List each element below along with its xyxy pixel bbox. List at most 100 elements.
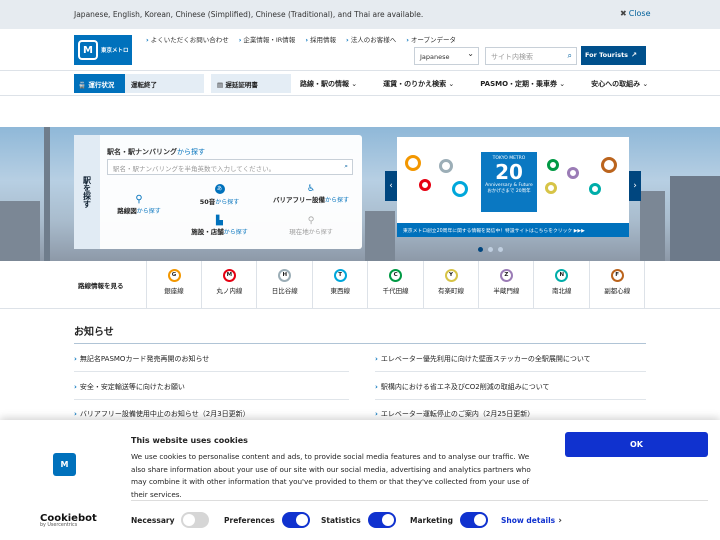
toggle-label: Preferences xyxy=(224,515,275,525)
delay-certificate-button[interactable]: ▤ 遅延証明書 xyxy=(211,74,291,93)
divider xyxy=(74,343,646,344)
location-pin-icon: ⚲ xyxy=(307,216,315,226)
decor-ring xyxy=(439,159,453,173)
station-search-input[interactable]: 駅名・駅ナンバリングを半角英数で入力してください。 ⌕ xyxy=(107,159,353,175)
news-item[interactable]: エレベーター運転停止のご案内（2月25日更新） xyxy=(375,409,534,419)
metro-m-icon: M xyxy=(78,40,98,60)
news-item[interactable]: 無記名PASMOカード発売再開のお知らせ xyxy=(74,354,209,364)
cookie-text: We use cookies to personalise content an… xyxy=(131,452,531,499)
divider xyxy=(74,399,349,400)
current-location-label: 現在地 xyxy=(289,228,309,236)
site-search-placeholder: サイト内検索 xyxy=(491,53,533,61)
line-name: 有楽町線 xyxy=(438,287,464,295)
chevron-right-icon: › xyxy=(633,181,637,191)
line-symbol-icon: T xyxy=(333,269,347,282)
cookie-title: This website uses cookies xyxy=(131,436,248,445)
nav-pasmo[interactable]: PASMO・定期・乗車券 xyxy=(480,79,565,89)
line-item[interactable]: Z 半蔵門線 xyxy=(479,261,535,309)
search-icon[interactable]: ⌕ xyxy=(344,162,348,171)
line-item[interactable]: G 銀座線 xyxy=(147,261,202,309)
carousel-dot[interactable] xyxy=(478,247,483,252)
route-map-icon: ⚲ xyxy=(135,194,143,205)
language-notice-bar: Japanese, English, Korean, Chinese (Simp… xyxy=(0,0,720,29)
toggle-label: Marketing xyxy=(410,515,453,525)
toggle-marketing: Marketing xyxy=(410,512,488,528)
banner-jp-subtitle: おかげさまで 20周年 xyxy=(487,189,531,194)
barrier-free-tile[interactable]: ♿ バリアフリー設備から探す xyxy=(265,184,357,204)
toggle-switch[interactable] xyxy=(367,512,396,528)
news-item[interactable]: エレベーター優先利用に向けた壁面ステッカーの全駅展開について xyxy=(375,354,591,364)
line-symbol-icon: G xyxy=(167,269,181,282)
toplink-faq[interactable]: よくいただくお問い合わせ xyxy=(146,34,229,44)
toplink-opendata[interactable]: オープンデータ xyxy=(406,34,456,44)
news-item[interactable]: バリアフリー設備使用中止のお知らせ（2月3日更新） xyxy=(74,409,250,419)
for-tourists-button[interactable]: For Tourists xyxy=(581,46,646,65)
carousel-next-button[interactable]: › xyxy=(629,171,641,201)
nav-fare-search[interactable]: 運賃・のりかえ検索 xyxy=(383,79,454,89)
top-links: よくいただくお問い合わせ 企業情報・IR情報 採用情報 法人のお客様へ オープン… xyxy=(146,34,456,44)
current-location-tile[interactable]: ⚲ 現在地から探す xyxy=(265,216,357,236)
decor-ring xyxy=(405,155,421,171)
line-item[interactable]: C 千代田線 xyxy=(369,261,424,309)
carousel-dot[interactable] xyxy=(498,247,503,252)
toggle-label: Statistics xyxy=(321,515,361,525)
station-search-placeholder: 駅名・駅ナンバリングを半角英数で入力してください。 xyxy=(113,165,276,173)
cookiebot-logo[interactable]: Cookiebot by Usercentrics xyxy=(40,513,97,528)
route-map-tile[interactable]: ⚲ 路線図から探す xyxy=(107,194,171,215)
metro-m-icon: M xyxy=(53,453,76,476)
status-label: 運行状況 xyxy=(88,81,115,89)
line-item[interactable]: T 東西線 xyxy=(313,261,369,309)
nav-lines-stations[interactable]: 路線・駅の情報 xyxy=(300,79,357,89)
logo-text: 東京メトロ xyxy=(101,48,129,54)
chevron-left-icon: ‹ xyxy=(389,181,393,191)
news-item[interactable]: 駅構内における省エネ及びCO2削減の取組みについて xyxy=(375,382,550,392)
line-item[interactable]: F 副都心線 xyxy=(590,261,646,309)
line-item[interactable]: M 丸ノ内線 xyxy=(202,261,258,309)
close-icon: ✖ xyxy=(620,9,627,18)
carousel-dot[interactable] xyxy=(488,247,493,252)
language-notice-close-button[interactable]: ✖ Close xyxy=(620,9,651,18)
decor-ring xyxy=(601,157,617,173)
cookie-ok-button[interactable]: OK xyxy=(565,432,708,457)
anniversary-banner[interactable]: TOKYO METRO 20 Anniversary & Future おかげさ… xyxy=(397,137,629,237)
line-name: 日比谷線 xyxy=(271,287,298,295)
toplink-business[interactable]: 法人のお客様へ xyxy=(346,34,397,44)
site-search-input[interactable]: サイト内検索 ⌕ xyxy=(485,47,577,65)
decor-ring xyxy=(545,182,557,194)
tokyo-metro-logo[interactable]: M 東京メトロ xyxy=(74,35,132,65)
language-select[interactable]: Japanese xyxy=(414,47,479,65)
search-icon[interactable]: ⌕ xyxy=(568,51,572,61)
toggle-preferences: Preferences xyxy=(224,512,310,528)
facilities-label: 施設・店舗 xyxy=(191,228,224,236)
show-details-link[interactable]: Show details xyxy=(501,516,562,526)
line-symbol-icon: N xyxy=(555,269,569,282)
line-symbol-icon: Z xyxy=(499,269,513,282)
close-label: Close xyxy=(628,9,651,18)
decor-ring xyxy=(567,167,579,179)
cookie-consent-dialog: M This website uses cookies We use cooki… xyxy=(0,420,720,540)
toplink-corporate[interactable]: 企業情報・IR情報 xyxy=(239,34,295,44)
building-icon: ▙ xyxy=(216,216,223,226)
station-search-title-main: 駅名・駅ナンバリング xyxy=(107,148,177,156)
toggle-label: Necessary xyxy=(131,515,175,525)
toggle-switch[interactable] xyxy=(281,512,310,528)
operation-status-button[interactable]: 🚆 運行状況 運転終了 xyxy=(74,74,204,93)
wheelchair-icon: ♿ xyxy=(306,184,316,194)
line-item[interactable]: N 南北線 xyxy=(535,261,590,309)
line-item[interactable]: Y 有楽町線 xyxy=(424,261,479,309)
carousel-prev-button[interactable]: ‹ xyxy=(385,171,397,201)
line-item[interactable]: H 日比谷線 xyxy=(258,261,313,309)
kana-tile[interactable]: あ 50音から探す xyxy=(177,184,262,206)
toggle-switch[interactable] xyxy=(459,512,488,528)
toplink-recruit[interactable]: 採用情報 xyxy=(305,34,336,44)
barrier-free-label: バリアフリー設備 xyxy=(272,196,325,204)
nav-safety[interactable]: 安心への取組み xyxy=(591,79,648,89)
facilities-tile[interactable]: ▙ 施設・店舗から探す xyxy=(177,216,262,236)
toggle-switch[interactable] xyxy=(181,512,210,528)
decor-ring xyxy=(547,159,559,171)
divider xyxy=(74,371,349,372)
news-title: お知らせ xyxy=(74,327,114,338)
divider xyxy=(375,371,646,372)
line-symbol-icon: Y xyxy=(444,269,458,282)
news-item[interactable]: 安全・安定輸送等に向けたお願い xyxy=(74,382,185,392)
